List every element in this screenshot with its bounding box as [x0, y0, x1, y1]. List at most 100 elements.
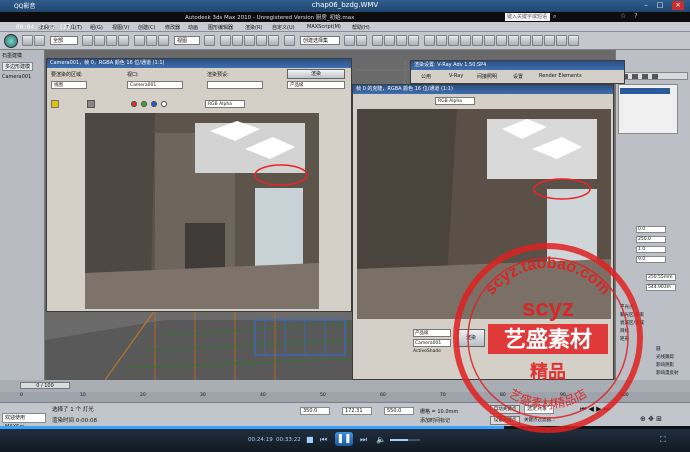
render-setup-icon[interactable]	[436, 35, 447, 46]
time-slider[interactable]: 0 / 100	[20, 382, 70, 389]
undo-icon[interactable]	[22, 35, 33, 46]
align-icon[interactable]	[356, 35, 367, 46]
hierarchy-tab-icon[interactable]	[642, 74, 648, 79]
blue-channel-icon[interactable]	[151, 101, 157, 107]
mirror-icon[interactable]	[344, 35, 355, 46]
right-item-6[interactable]: 圆	[656, 346, 661, 352]
menu-item-help[interactable]: 帮助(H)	[352, 24, 370, 31]
stop-icon[interactable]: ■	[306, 435, 314, 444]
star-icon[interactable]: ☆	[620, 12, 626, 20]
render-effects-icon[interactable]	[556, 35, 567, 46]
vray-tab-render-elements[interactable]: Render Elements	[539, 73, 582, 79]
menu-item-modifiers[interactable]: 修改器	[165, 24, 180, 31]
vray-tab-settings[interactable]: 设置	[513, 73, 523, 80]
minimize-icon[interactable]: –	[640, 1, 652, 10]
help-icon[interactable]: ?	[634, 12, 638, 20]
pause-button[interactable]: ❚❚	[335, 432, 353, 446]
redo-icon[interactable]	[34, 35, 45, 46]
curve-editor-icon[interactable]	[396, 35, 407, 46]
snap-toggle-icon[interactable]	[232, 35, 243, 46]
maximize-icon[interactable]: □	[654, 1, 666, 10]
reference-coordinate-select[interactable]: 视图	[174, 36, 200, 45]
save-image-icon[interactable]	[51, 100, 59, 108]
batch-render-icon[interactable]	[568, 35, 579, 46]
window-crossing-icon[interactable]	[118, 35, 129, 46]
material-editor-icon[interactable]	[424, 35, 435, 46]
move-icon[interactable]	[134, 35, 145, 46]
rect-selection-icon[interactable]	[106, 35, 117, 46]
motion-tab-icon[interactable]	[652, 74, 658, 79]
menu-item-group[interactable]: 组(G)	[90, 24, 103, 31]
select-manipulate-icon[interactable]	[220, 35, 231, 46]
environment-icon[interactable]	[532, 35, 543, 46]
z-coordinate-field[interactable]: 550.0	[384, 407, 414, 415]
select-by-name-icon[interactable]	[94, 35, 105, 46]
right-item-8[interactable]: 影响阴影	[656, 362, 674, 368]
render-preset-select[interactable]	[207, 81, 263, 89]
production-select[interactable]: 产品级	[287, 81, 345, 89]
schematic-view-icon[interactable]	[408, 35, 419, 46]
search-icon[interactable]: ⌕	[553, 13, 556, 21]
selection-filter-select[interactable]: 全部	[50, 36, 78, 45]
help-search-input[interactable]: 键入关键字或短语	[505, 13, 550, 21]
menu-item-graph-editors[interactable]: 图形编辑器	[208, 24, 233, 31]
volume-icon[interactable]: 🔈	[376, 435, 386, 444]
viewport-select[interactable]: Camera001	[127, 81, 183, 89]
named-selection-set-select[interactable]: 创建选择集	[300, 36, 340, 45]
green-channel-icon[interactable]	[141, 101, 147, 107]
teapot-render-icon[interactable]	[496, 35, 507, 46]
next-icon[interactable]: ⏭	[360, 435, 367, 445]
menu-item-animation[interactable]: 动画	[188, 24, 198, 31]
menu-item-create[interactable]: 创建(C)	[138, 24, 155, 31]
select-object-icon[interactable]	[82, 35, 93, 46]
width-value[interactable]: 250.55mm	[646, 274, 676, 281]
length-value[interactable]: 544.903m	[646, 284, 676, 291]
scale-icon[interactable]	[158, 35, 169, 46]
render-button[interactable]: 渲染	[287, 69, 345, 79]
right-item-9[interactable]: 影响漫反射	[656, 370, 679, 376]
clear-icon[interactable]	[87, 100, 95, 108]
vray-tab-vray[interactable]: V-Ray	[449, 73, 463, 79]
lower-item-production[interactable]: 产品级	[413, 329, 451, 337]
modify-tab-icon[interactable]	[632, 74, 638, 79]
menu-item-customize[interactable]: 自定义(U)	[272, 24, 295, 31]
right-item-7[interactable]: 光线跟踪	[656, 354, 674, 360]
activeshade-icon[interactable]	[484, 35, 495, 46]
menu-item-views[interactable]: 视图(V)	[112, 24, 129, 31]
add-time-tag[interactable]: 添加时间标记	[420, 417, 450, 424]
render-production-icon[interactable]	[460, 35, 471, 46]
param-field-1[interactable]: 0.0	[636, 226, 666, 233]
rendered-frame-window-icon[interactable]	[448, 35, 459, 46]
y-coordinate-field[interactable]: 172.31	[342, 407, 372, 415]
pivot-center-icon[interactable]	[204, 35, 215, 46]
right-channel-select[interactable]: RGB Alpha	[435, 97, 475, 105]
light-lister-icon[interactable]	[520, 35, 531, 46]
modifier-stack-selected-row[interactable]	[620, 88, 670, 94]
material-browser-icon[interactable]	[544, 35, 555, 46]
vray-tab-gi[interactable]: 间接照明	[477, 73, 497, 80]
previous-icon[interactable]: ⏮	[320, 435, 327, 445]
menu-item-rendering[interactable]: 渲染(R)	[245, 24, 262, 31]
area-to-render-select[interactable]: 视图	[51, 81, 87, 89]
vray-tab-common[interactable]: 公用	[421, 73, 431, 80]
menu-item-maxscript[interactable]: MAXScript(M)	[307, 24, 341, 30]
layer-manager-icon[interactable]	[372, 35, 383, 46]
volume-slider[interactable]	[390, 439, 420, 441]
render-iterative-icon[interactable]	[472, 35, 483, 46]
vray-icon[interactable]	[508, 35, 519, 46]
lower-item-camera[interactable]: Camera001	[413, 339, 451, 347]
edit-named-selection-icon[interactable]	[284, 35, 295, 46]
red-channel-icon[interactable]	[131, 101, 137, 107]
graphite-toggle-icon[interactable]	[384, 35, 395, 46]
polygon-modeling-tab[interactable]: 多边形建模	[2, 62, 34, 71]
scene-object-label[interactable]: Camera001	[2, 74, 31, 80]
channel-select[interactable]: RGB Alpha	[205, 100, 245, 108]
percent-snap-icon[interactable]	[256, 35, 267, 46]
alpha-channel-icon[interactable]	[161, 101, 167, 107]
close-icon[interactable]: ×	[672, 1, 684, 10]
rotate-icon[interactable]	[146, 35, 157, 46]
angle-snap-icon[interactable]	[244, 35, 255, 46]
fullscreen-icon[interactable]: ⛶	[660, 435, 666, 445]
lower-item-activeshade[interactable]: ActiveShade	[413, 349, 441, 354]
x-coordinate-field[interactable]: 350.0	[300, 407, 330, 415]
